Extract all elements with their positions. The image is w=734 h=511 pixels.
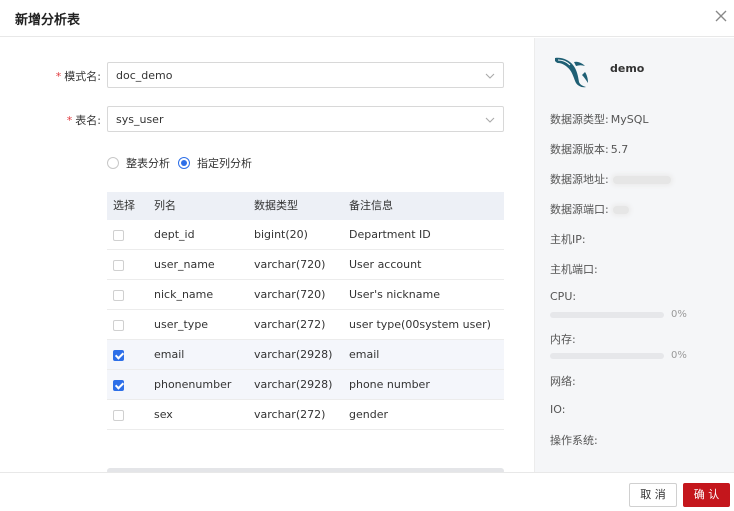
cell-data-type: varchar(2928) [254,348,333,361]
cell-comment: email [349,348,380,361]
radio-label: 整表分析 [126,157,170,170]
memory-usage-percent: 0% [671,350,687,361]
cell-column-name: user_name [154,258,215,271]
table-name-select[interactable]: sys_user [107,106,504,132]
dialog-title: 新增分析表 [15,13,81,28]
datasource-type-label: 数据源类型: [550,113,609,126]
datasource-version: 数据源版本: 5.7 [550,141,628,157]
table-row[interactable]: nick_name varchar(720) User's nickname [107,280,504,310]
os-label: 操作系统: [550,434,598,447]
confirm-button[interactable]: 确 认 [683,483,730,507]
table-row-field: * 表名: sys_user [0,106,534,132]
io-label: IO: [550,403,566,416]
radio-full-table-analysis[interactable]: 整表分析 [107,155,170,171]
header-column-name: 列名 [154,199,176,212]
cell-comment: gender [349,408,388,421]
cpu-label: CPU: [550,290,577,303]
main-panel: * 模式名: doc_demo * 表名: sys_user 整表分析 指定列分析 [0,38,534,474]
table-row[interactable]: phonenumber varchar(2928) phone number [107,370,504,400]
cell-comment: User's nickname [349,288,440,301]
cell-comment: User account [349,258,422,271]
cell-column-name: email [154,348,185,361]
cell-column-name: user_type [154,318,209,331]
datasource-type-value: MySQL [610,113,649,126]
datasource-type: 数据源类型: MySQL [550,111,649,127]
radio-specified-column-analysis[interactable]: 指定列分析 [178,155,252,171]
cell-data-type: bigint(20) [254,228,308,241]
row-checkbox[interactable] [113,290,124,301]
chevron-down-icon [485,73,495,79]
table-name-label: * 表名: [67,112,101,128]
dialog-header: 新增分析表 [0,0,734,37]
table-row[interactable]: sex varchar(272) gender [107,400,504,430]
memory-usage-bar [550,353,664,359]
datasource-version-label: 数据源版本: [550,143,609,156]
row-checkbox[interactable] [113,260,124,271]
required-mark: * [66,114,73,127]
cell-column-name: sex [154,408,173,421]
redacted-port [612,206,629,214]
cell-comment: phone number [349,378,430,391]
schema-label-text: 模式名: [64,70,101,83]
radio-label: 指定列分析 [197,157,252,170]
cpu-usage-bar [550,312,664,318]
datasource-address: 数据源地址: [550,171,671,187]
schema-select[interactable]: doc_demo [107,62,504,88]
row-checkbox[interactable] [113,350,124,361]
cell-data-type: varchar(2928) [254,378,333,391]
cell-comment: Department ID [349,228,431,241]
schema-select-value: doc_demo [116,69,173,82]
mysql-dolphin-icon [555,57,588,88]
schema-row: * 模式名: doc_demo [0,62,534,88]
cpu-usage-percent: 0% [671,309,687,320]
table-name-label-text: 表名: [75,114,101,127]
table-name-select-value: sys_user [116,113,164,126]
datasource-info-panel: demo 数据源类型: MySQL 数据源版本: 5.7 数据源地址: 数据源端口:… [534,38,734,472]
add-analysis-table-dialog: 新增分析表 * 模式名: doc_demo * 表名: sys_user 整表分析 [0,0,734,511]
analysis-mode-radio-group: 整表分析 指定列分析 [107,155,407,171]
header-data-type: 数据类型 [254,199,298,212]
row-checkbox[interactable] [113,380,124,391]
datasource-port: 数据源端口: [550,201,629,217]
datasource-address-label: 数据源地址: [550,173,609,186]
host-port: 主机端口: [550,263,598,276]
datasource-name: demo [610,62,645,75]
cell-data-type: varchar(272) [254,318,326,331]
header-comment: 备注信息 [349,199,393,212]
chevron-down-icon [485,117,495,123]
network-label: 网络: [550,375,576,388]
table-row[interactable]: dept_id bigint(20) Department ID [107,220,504,250]
cell-data-type: varchar(272) [254,408,326,421]
table-row[interactable]: user_type varchar(272) user type(00syste… [107,310,504,340]
datasource-version-value: 5.7 [610,143,629,156]
cell-comment: user type(00system user) [349,318,491,331]
table-header: 选择 列名 数据类型 备注信息 [107,192,504,220]
cell-column-name: dept_id [154,228,195,241]
dialog-footer: 取 消 确 认 [0,472,734,511]
redacted-address [612,176,671,184]
table-row[interactable]: user_name varchar(720) User account [107,250,504,280]
row-checkbox[interactable] [113,320,124,331]
radio-dot [107,157,119,169]
cell-data-type: varchar(720) [254,288,326,301]
schema-label: * 模式名: [56,68,101,84]
table-row[interactable]: email varchar(2928) email [107,340,504,370]
datasource-port-label: 数据源端口: [550,203,609,216]
cell-column-name: nick_name [154,288,214,301]
radio-dot [178,157,190,169]
row-checkbox[interactable] [113,230,124,241]
close-icon[interactable] [714,9,728,23]
header-select: 选择 [113,199,135,212]
required-mark: * [55,70,62,83]
host-ip: 主机IP: [550,233,586,246]
cell-column-name: phonenumber [154,378,232,391]
cell-data-type: varchar(720) [254,258,326,271]
memory-label: 内存: [550,333,576,346]
row-checkbox[interactable] [113,410,124,421]
cancel-button[interactable]: 取 消 [629,483,677,507]
